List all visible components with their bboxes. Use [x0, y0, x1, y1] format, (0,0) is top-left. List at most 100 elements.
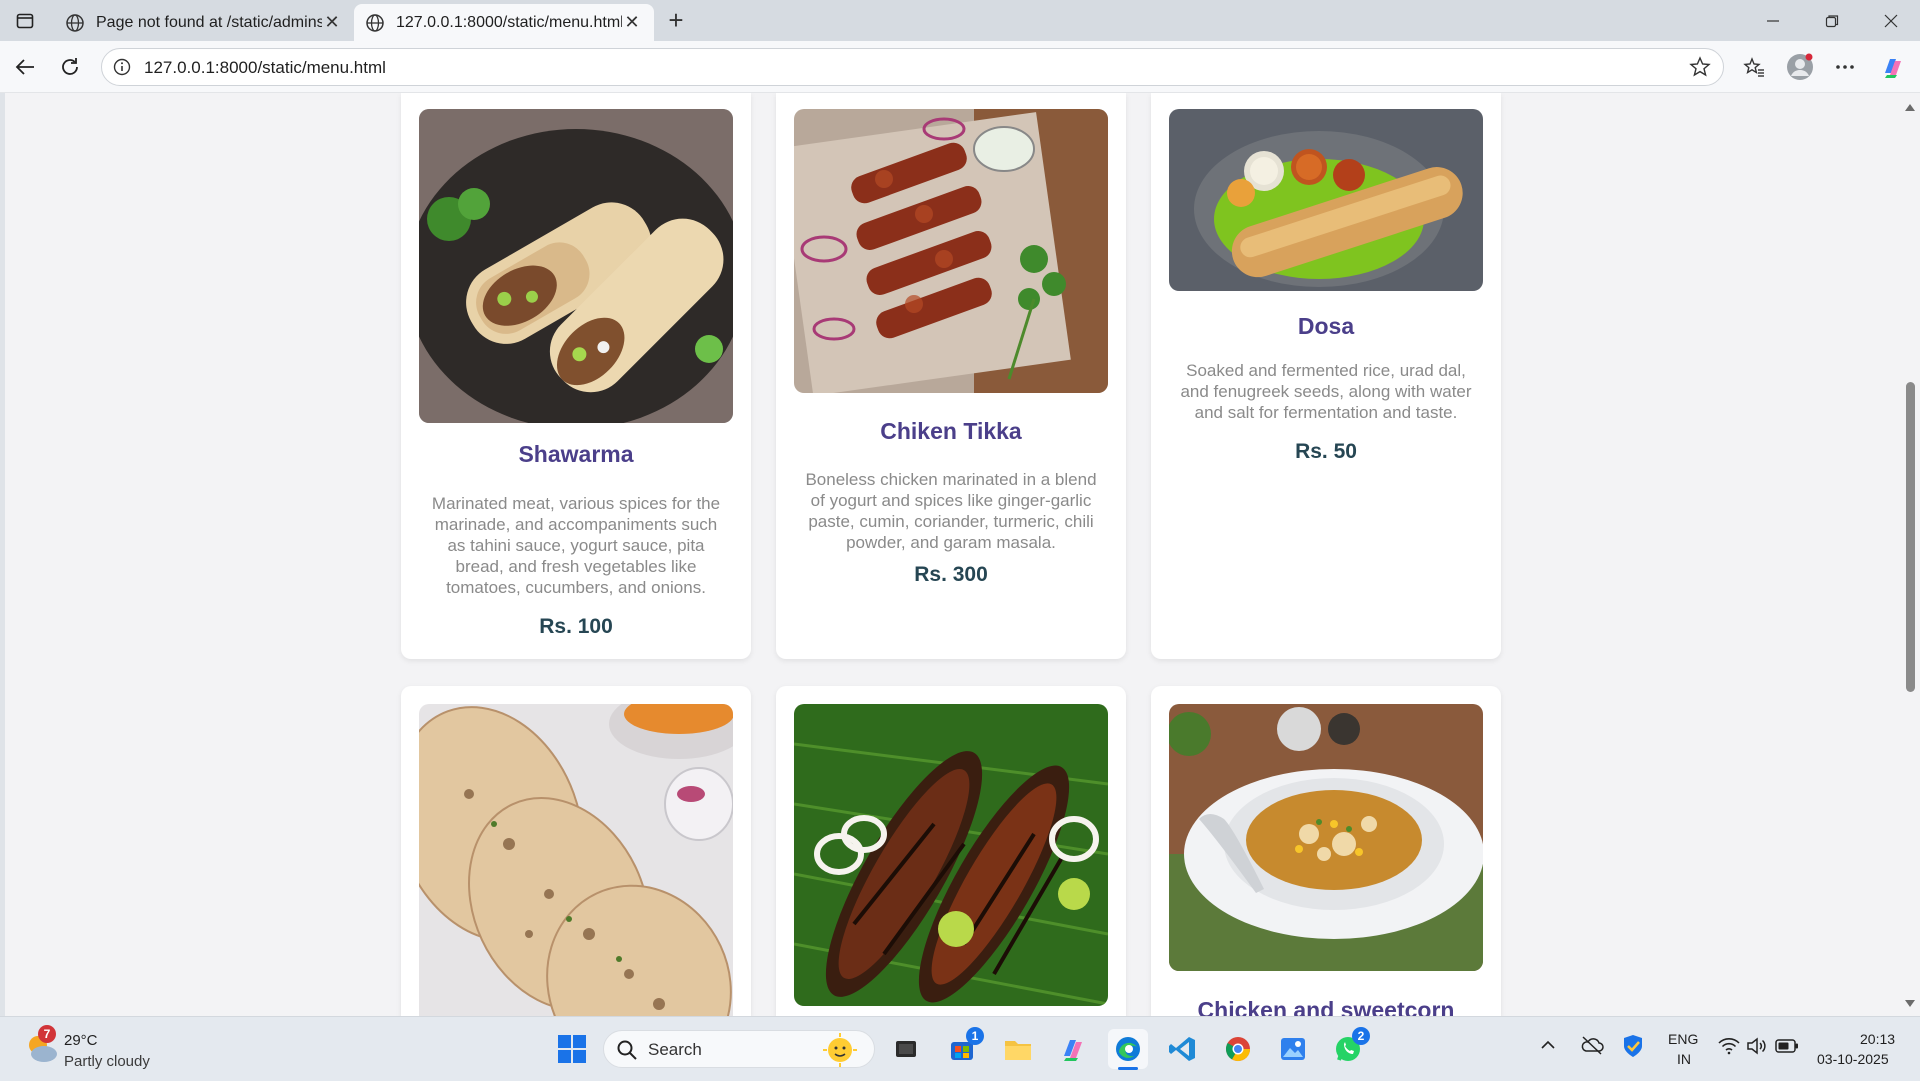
weather-temp[interactable]: 29°C [64, 1032, 98, 1049]
menu-card: Chicken and sweetcorn [1151, 686, 1501, 1016]
menu-item-description: Boneless chicken marinated in a blend of… [805, 470, 1097, 552]
language-bottom[interactable]: IN [1677, 1051, 1691, 1067]
task-view-button[interactable] [886, 1029, 926, 1069]
weather-widget[interactable]: 7 [22, 1025, 62, 1069]
speaker-icon [1747, 1037, 1766, 1055]
back-button[interactable] [9, 51, 41, 83]
language-top[interactable]: ENG [1668, 1031, 1698, 1047]
weather-badge: 7 [38, 1025, 56, 1043]
info-icon[interactable] [112, 57, 132, 77]
chicken-tikka-image [794, 109, 1108, 393]
vscode-app[interactable] [1163, 1029, 1203, 1069]
shield-icon [1624, 1035, 1642, 1057]
close-icon[interactable]: ✕ [322, 12, 342, 33]
network-button[interactable] [1718, 1037, 1740, 1060]
url-text[interactable]: 127.0.0.1:8000/static/menu.html [144, 58, 386, 78]
copilot-icon [1064, 1040, 1082, 1061]
search-placeholder: Search [648, 1040, 702, 1059]
wifi-icon [1718, 1038, 1740, 1055]
chevron-up-icon [1541, 1040, 1555, 1049]
folder-icon [1005, 1041, 1031, 1060]
menu-card: Chiken Tikka Boneless chicken marinated … [776, 93, 1126, 659]
photos-app[interactable] [1273, 1029, 1313, 1069]
store-app[interactable]: 1 [942, 1027, 984, 1069]
close-icon [1884, 14, 1898, 27]
menu-card: Dosa Soaked and fermented rice, urad dal… [1151, 93, 1501, 659]
shawarma-image [419, 109, 733, 423]
tab-actions-icon [16, 13, 34, 29]
avatar-icon [1787, 53, 1813, 80]
taskbar: 7 29°C Partly cloudy Search 1 2 ENG IN 2… [0, 1016, 1920, 1081]
favorites-icon [1743, 57, 1764, 77]
menu-item-name: Chiken Tikka [880, 418, 1022, 444]
copilot-button[interactable] [1879, 53, 1907, 81]
whatsapp-badge: 2 [1352, 1027, 1370, 1045]
naan-image [419, 704, 733, 1016]
chrome-app[interactable] [1218, 1029, 1258, 1069]
menu-item-price: Rs. 100 [539, 615, 613, 638]
profile-button[interactable] [1786, 53, 1814, 81]
page-scrollbar[interactable] [1900, 93, 1920, 1016]
onedrive-button[interactable] [1580, 1035, 1604, 1060]
edge-app[interactable] [1108, 1029, 1148, 1070]
menu-item-price: Rs. 300 [914, 563, 988, 586]
menu-card [776, 686, 1126, 1016]
star-icon[interactable] [1689, 56, 1711, 78]
active-indicator [1118, 1067, 1138, 1070]
fish-fry-image [794, 704, 1108, 1006]
restore-button[interactable] [1803, 0, 1861, 41]
page-viewport: Shawarma Marinated meat, various spices … [5, 93, 1900, 1016]
globe-icon [364, 12, 386, 34]
tab-strip: Page not found at /static/adminst ✕ 127.… [0, 0, 1920, 41]
clock-date[interactable]: 03-10-2025 [1817, 1051, 1889, 1067]
tab-actions-button[interactable] [12, 8, 38, 34]
tab-title: 127.0.0.1:8000/static/menu.html [396, 13, 622, 31]
battery-button[interactable] [1775, 1038, 1799, 1059]
new-tab-button[interactable]: + [662, 5, 690, 35]
sun-icon [823, 1033, 857, 1067]
window-close-button[interactable] [1862, 0, 1920, 41]
menu-item-description: Marinated meat, various spices for the m… [431, 494, 721, 597]
file-explorer-app[interactable] [998, 1029, 1038, 1069]
volume-button[interactable] [1746, 1037, 1768, 1060]
minimize-icon [1767, 19, 1779, 22]
battery-icon [1775, 1039, 1798, 1053]
reload-button[interactable] [54, 51, 86, 83]
scroll-thumb[interactable] [1906, 382, 1915, 692]
scroll-down-icon[interactable] [1900, 992, 1920, 1012]
store-badge: 1 [966, 1027, 984, 1045]
taskbar-search[interactable]: Search [603, 1030, 875, 1068]
favorites-button[interactable] [1740, 53, 1768, 81]
globe-icon [64, 12, 86, 34]
minimize-button[interactable] [1744, 0, 1802, 41]
tab-menu[interactable]: 127.0.0.1:8000/static/menu.html ✕ [354, 4, 654, 41]
tab-page-not-found[interactable]: Page not found at /static/adminst ✕ [54, 4, 354, 41]
menu-item-price: Rs. 50 [1295, 440, 1357, 463]
cloud-off-icon [1581, 1036, 1604, 1055]
more-icon [1836, 65, 1854, 69]
browser-toolbar: 127.0.0.1:8000/static/menu.html [0, 41, 1920, 93]
edge-icon [1116, 1037, 1140, 1061]
menu-item-name: Shawarma [518, 441, 634, 467]
show-hidden-icons-button[interactable] [1540, 1037, 1556, 1058]
copilot-app[interactable] [1053, 1029, 1093, 1069]
windows-icon [558, 1035, 586, 1063]
start-button[interactable] [552, 1029, 592, 1069]
address-bar[interactable]: 127.0.0.1:8000/static/menu.html [101, 48, 1724, 86]
weather-condition[interactable]: Partly cloudy [64, 1053, 150, 1070]
copilot-icon [1885, 59, 1901, 78]
security-button[interactable] [1622, 1034, 1644, 1063]
menu-item-name: Chicken and sweetcorn [1197, 997, 1455, 1016]
close-icon[interactable]: ✕ [622, 12, 642, 33]
dosa-image [1169, 109, 1483, 291]
tab-title: Page not found at /static/adminst [96, 13, 322, 31]
menu-item-description: Soaked and fermented rice, urad dal, and… [1180, 361, 1472, 422]
reload-icon [62, 58, 78, 75]
clock-time[interactable]: 20:13 [1860, 1031, 1895, 1047]
chrome-icon [1225, 1037, 1250, 1062]
scroll-up-icon[interactable] [1900, 99, 1920, 119]
search-icon [617, 1040, 637, 1060]
menu-card: Shawarma Marinated meat, various spices … [401, 93, 751, 659]
whatsapp-app[interactable]: 2 [1328, 1027, 1370, 1069]
more-button[interactable] [1831, 53, 1859, 81]
